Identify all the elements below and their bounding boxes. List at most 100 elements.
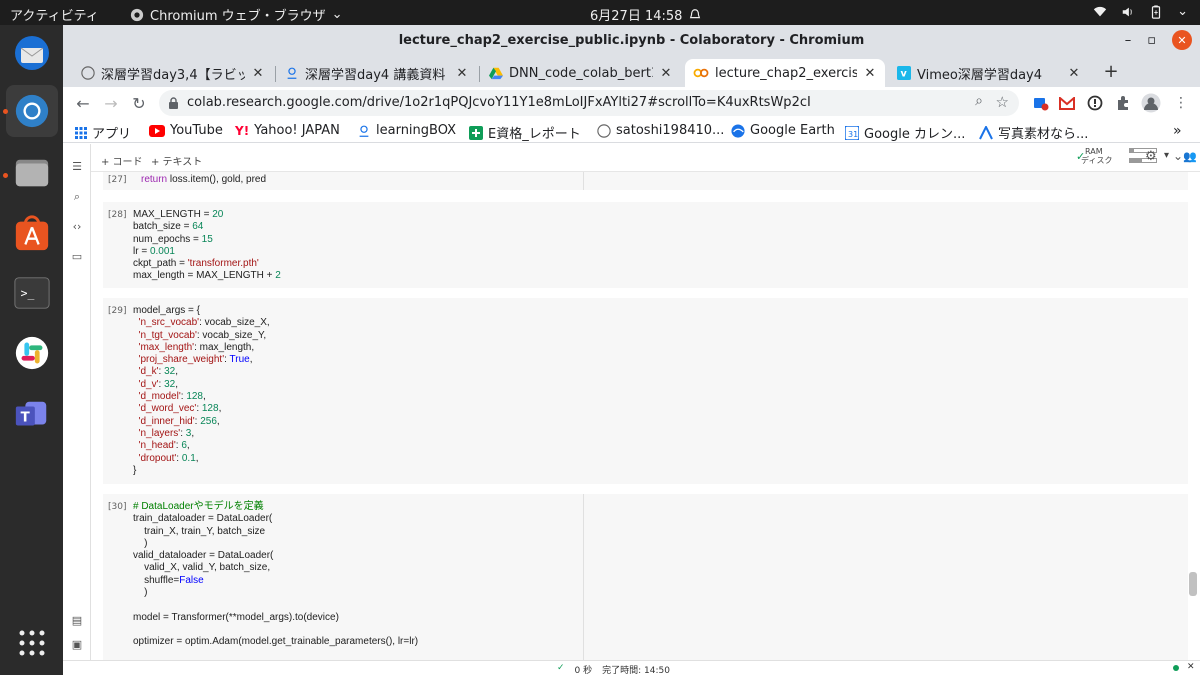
bookmark-learningbox[interactable]: learningBOX (357, 123, 456, 138)
code-snippets-icon[interactable]: ‹› (70, 220, 84, 234)
gmail-icon[interactable] (1057, 93, 1077, 113)
app-grid-icon[interactable] (12, 623, 52, 663)
colab-left-rail: ☰ ⌕ ‹› ▭ ▤ ▣ (63, 144, 91, 675)
chromium-dock-icon[interactable] (6, 85, 58, 137)
bookmark-label: 写真素材なら... (998, 127, 1089, 142)
close-icon[interactable]: ✕ (659, 66, 673, 81)
earth-icon (731, 123, 745, 138)
search-icon[interactable]: ⌕ (70, 190, 84, 204)
tab-label: lecture_chap2_exercise_ (715, 65, 857, 81)
close-icon[interactable]: ✕ (1067, 66, 1081, 81)
chevron-down-icon: ⌄ (1177, 4, 1188, 19)
extension-info-icon[interactable] (1085, 93, 1105, 113)
app-menu[interactable]: Chromium ウェブ・ブラウザ ⌄ (130, 5, 343, 24)
url-text: colab.research.google.com/drive/1o2r1qPQ… (187, 95, 811, 110)
browser-tab[interactable]: 深層学習day4 講義資料 ✕ (277, 59, 477, 87)
thunderbird-icon[interactable] (12, 33, 52, 73)
browser-tab[interactable]: DNN_code_colab_bert1b ✕ (481, 59, 681, 87)
slack-icon[interactable] (12, 333, 52, 373)
system-tray[interactable]: ⌄ (1093, 4, 1188, 19)
output-divider (583, 172, 584, 190)
browser-window: lecture_chap2_exercise_public.ipynb - Co… (63, 25, 1200, 676)
close-window-button[interactable]: ✕ (1172, 30, 1192, 50)
resource-monitor[interactable]: RAM ディスク (1081, 147, 1112, 165)
chevron-down-icon[interactable]: ▾ (1164, 150, 1169, 161)
browser-tab[interactable]: v Vimeo深層学習day4 ✕ (889, 59, 1089, 87)
zoom-search-icon[interactable]: ⌕ (975, 93, 983, 109)
bookmark-google-calendar[interactable]: 31 Google カレン... (845, 123, 965, 142)
folder-icon[interactable]: ▭ (70, 250, 84, 264)
bookmark-github[interactable]: satoshi198410... (597, 123, 724, 138)
code-cell[interactable]: [29] model_args = { 'n_src_vocab': vocab… (103, 298, 1188, 484)
bookmark-label: learningBOX (376, 123, 457, 138)
tab-divider (479, 66, 480, 82)
close-icon[interactable]: ✕ (863, 66, 877, 81)
notebook-area[interactable]: [27] return loss.item(), gold, pred [28]… (91, 172, 1200, 660)
browser-tab-active[interactable]: lecture_chap2_exercise_ ✕ (685, 59, 885, 87)
bookmark-label: Google カレン... (864, 127, 966, 142)
bookmark-apps[interactable]: アプリ (75, 123, 131, 142)
software-store-icon[interactable] (12, 213, 52, 253)
code-cell[interactable]: [28] MAX_LENGTH = 20 batch_size = 64 num… (103, 202, 1188, 288)
extensions-puzzle-icon[interactable] (1113, 93, 1133, 113)
colab-toolbar: + コード + テキスト ✓ RAM ディスク ▾ 👥 (91, 144, 1200, 172)
svg-text:T: T (21, 411, 30, 426)
svg-text:v: v (901, 69, 908, 80)
clock[interactable]: 6月27日 14:58 (590, 5, 702, 24)
command-palette-icon[interactable]: ▤ (70, 614, 84, 628)
close-icon[interactable]: ✕ (455, 66, 469, 81)
photo-icon (979, 125, 993, 139)
chevron-down-icon: ⌄ (331, 7, 343, 22)
execution-count: [28] (108, 210, 127, 220)
bookmark-yahoo[interactable]: Y! Yahoo! JAPAN (235, 123, 340, 138)
title-bar[interactable]: lecture_chap2_exercise_public.ipynb - Co… (63, 25, 1200, 57)
minimize-icon[interactable]: – (1125, 33, 1132, 48)
reload-button[interactable]: ↻ (129, 93, 149, 113)
bookmark-star-icon[interactable]: ☆ (996, 93, 1009, 111)
new-tab-button[interactable]: + (1101, 61, 1121, 82)
maximize-icon[interactable]: ▫ (1147, 33, 1156, 48)
volume-icon (1122, 7, 1132, 16)
tab-strip: 深層学習day3,4【ラビッ ✕ 深層学習day4 講義資料 ✕ DNN_cod… (63, 57, 1200, 87)
share-people-icon[interactable]: 👥 (1183, 150, 1197, 163)
bookmark-photo[interactable]: 写真素材なら... (979, 123, 1088, 142)
activities-button[interactable]: アクティビティ (10, 5, 99, 24)
svg-text:31: 31 (848, 130, 858, 139)
vimeo-icon: v (897, 66, 911, 80)
profile-avatar-icon[interactable] (1141, 93, 1161, 113)
code-text: return loss.item(), gold, pred (141, 174, 267, 185)
code-text: # DataLoaderやモデルを定義 train_dataloader = D… (133, 501, 419, 648)
teams-icon[interactable]: T (12, 395, 52, 435)
terminal-icon[interactable]: >_ (12, 273, 52, 313)
browser-tab[interactable]: 深層学習day3,4【ラビッ ✕ (73, 59, 273, 87)
bookmark-label: E資格_レポート (488, 127, 581, 142)
window-title: lecture_chap2_exercise_public.ipynb - Co… (398, 33, 865, 48)
bookmark-label: Yahoo! JAPAN (254, 123, 340, 138)
bookmarks-overflow-button[interactable]: » (1173, 123, 1182, 139)
lock-icon (169, 97, 178, 109)
gear-icon[interactable]: ⚙ (1145, 149, 1157, 164)
menu-kebab-icon[interactable]: ⋮ (1171, 93, 1191, 113)
scrollbar-thumb[interactable] (1189, 572, 1197, 596)
files-icon[interactable] (12, 153, 52, 193)
bookmark-e-report[interactable]: E資格_レポート (469, 123, 581, 142)
back-button[interactable]: ← (73, 93, 93, 113)
address-bar[interactable]: colab.research.google.com/drive/1o2r1qPQ… (159, 90, 1019, 116)
chevron-down-icon[interactable]: ⌄ (1173, 149, 1183, 163)
add-code-button[interactable]: + コード (101, 153, 143, 168)
close-icon[interactable]: ✕ (1187, 662, 1195, 672)
github-icon (81, 66, 95, 80)
running-indicator (3, 173, 8, 178)
toc-icon[interactable]: ☰ (70, 160, 84, 174)
bookmark-google-earth[interactable]: Google Earth (731, 123, 835, 138)
code-cell[interactable]: [27] return loss.item(), gold, pred (103, 172, 1188, 190)
extension-meet-icon[interactable] (1031, 93, 1051, 113)
add-text-button[interactable]: + テキスト (151, 153, 202, 168)
forward-button[interactable]: → (101, 93, 121, 113)
terminal-icon[interactable]: ▣ (70, 638, 84, 652)
close-icon[interactable]: ✕ (251, 66, 265, 81)
tab-label: 深層学習day4 講義資料 (305, 67, 446, 83)
code-cell[interactable]: [30] # DataLoaderやモデルを定義 train_dataloade… (103, 494, 1188, 660)
disk-label: ディスク (1081, 156, 1113, 165)
bookmark-youtube[interactable]: YouTube (149, 123, 223, 138)
